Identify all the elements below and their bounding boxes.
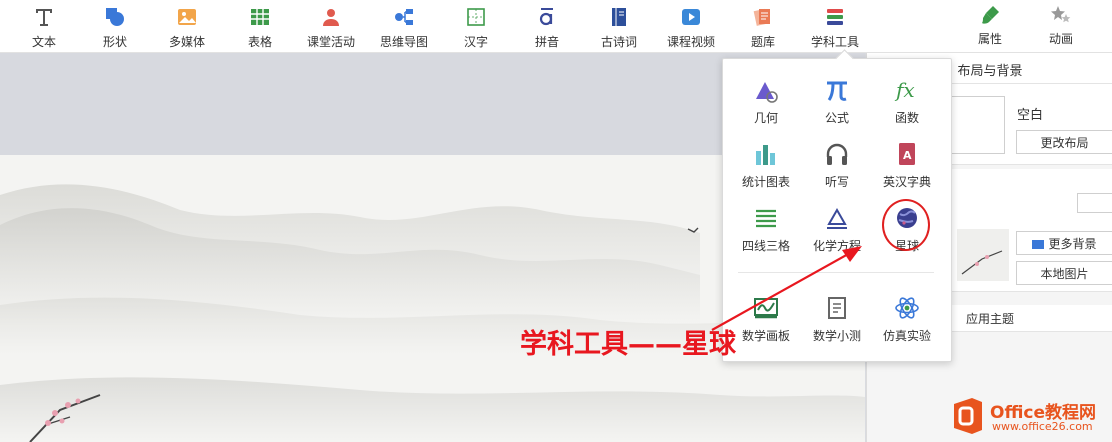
- office-logo-icon: [954, 398, 982, 434]
- watermark: Office教程网 www.office26.com: [948, 392, 1112, 442]
- annotation-arrow: [711, 246, 862, 331]
- annotation-callout: 学科工具——星球: [520, 329, 736, 360]
- watermark-url: www.office26.com: [992, 420, 1093, 433]
